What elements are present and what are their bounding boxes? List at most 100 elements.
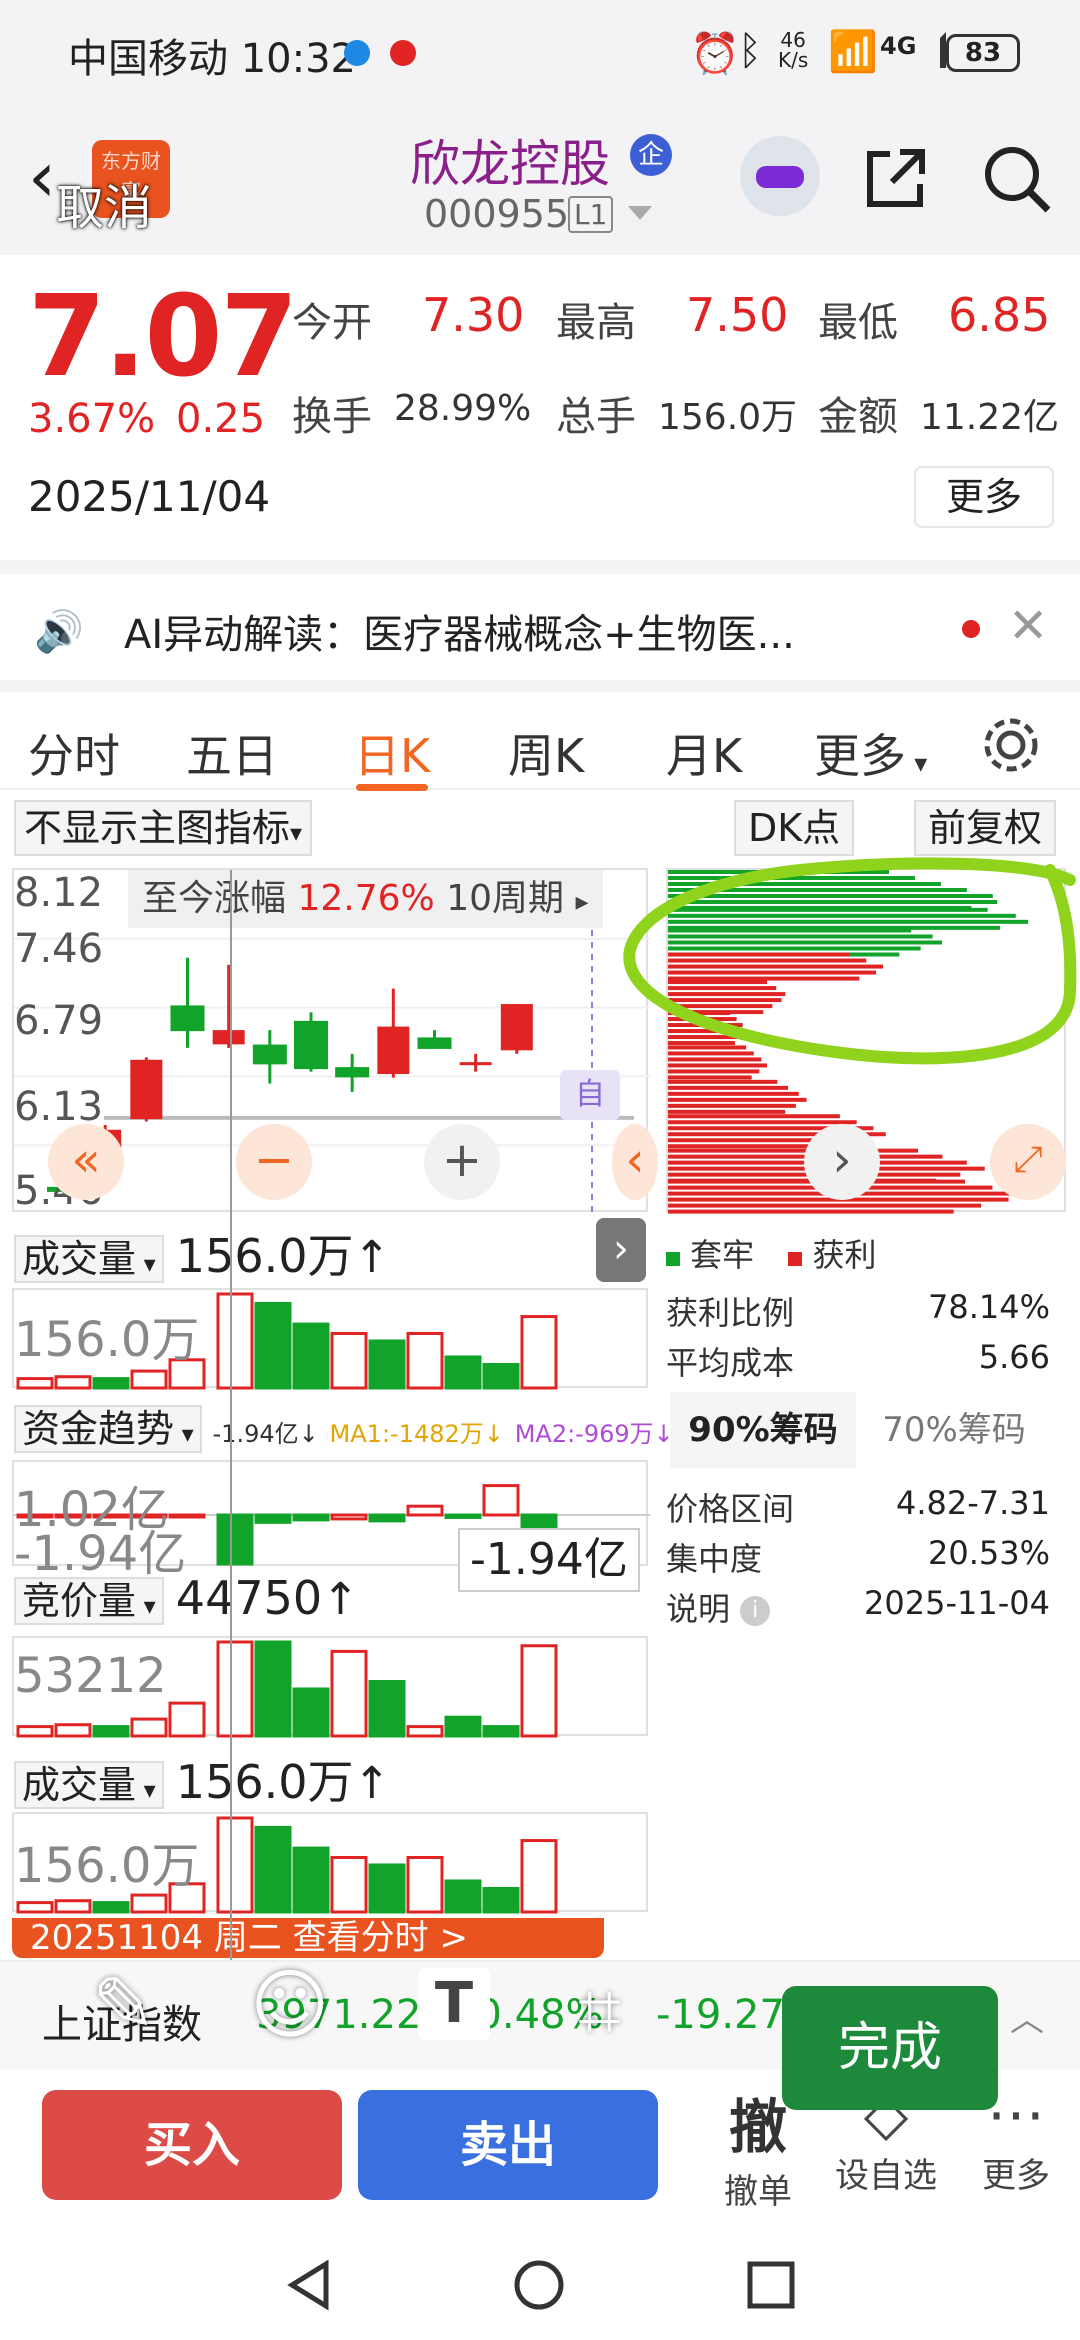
crop-icon[interactable]: ⌗ [578,1966,621,2057]
expand-subcharts-icon[interactable]: › [596,1218,646,1282]
auction-select[interactable]: 竞价量 ▾ [14,1577,164,1625]
price-range-value: 4.82-7.31 [895,1484,1050,1522]
volume-label: 总手 [556,394,636,440]
bar [92,1725,130,1738]
fund-trend-head[interactable]: 资金趋势 ▾ -1.94亿↓ MA1:-1482万↓ MA2:-969万↓ [14,1398,674,1453]
expand-icon[interactable]: ⤢ [990,1124,1066,1200]
bar [482,1363,520,1390]
bar [54,1723,92,1738]
open-value: 7.30 [422,288,525,342]
main-indicator-select[interactable]: 不显示主图指标▾ [14,800,313,856]
bar [292,1846,330,1914]
bar [482,1484,520,1517]
stock-code[interactable]: 000955 [424,192,569,236]
tab-five-day[interactable]: 五日 [186,720,278,786]
info-icon[interactable]: i [740,1596,771,1626]
ai-banner[interactable]: 🔊 AI异动解读：医疗器械概念+生物医... ✕ [0,560,1080,670]
candle-body [212,1030,245,1045]
tab-daily-k[interactable]: 日K [354,720,430,786]
code-dropdown-icon[interactable] [628,206,652,220]
done-button[interactable]: 完成 [782,1986,998,2110]
profit-ratio-label: 获利比例 [666,1294,795,1332]
volume2-head[interactable]: 成交量 ▾ 156.0万↑ [14,1746,390,1812]
ai-banner-text[interactable]: AI异动解读：医疗器械概念+生物医... [124,602,795,660]
date-strip[interactable]: 20251104 周二 查看分时 > [12,1918,604,1958]
bar [482,1725,520,1738]
bar [368,1679,406,1738]
text-tool-icon[interactable]: T [418,1968,490,2040]
bar [16,1377,54,1390]
level-badge[interactable]: L1 [568,196,614,233]
volume-indicator-head[interactable]: 成交量 ▾ 156.0万↑ [14,1220,390,1286]
bar [130,1893,168,1914]
bar [330,1331,368,1390]
app-notification-icon [344,40,370,66]
volume-axis: 156.0万 [14,1312,200,1368]
emoji-icon[interactable]: ☺ [250,1960,329,2049]
bar [330,1855,368,1914]
volume-select[interactable]: 成交量 ▾ [14,1235,164,1283]
nav-recents-icon[interactable] [744,2258,798,2312]
fund-trend-value: -1.94亿↓ [212,1420,319,1448]
low-value: 6.85 [948,288,1051,342]
zoom-out-icon[interactable]: − [236,1124,312,1200]
scroll-left-icon[interactable]: « [48,1124,124,1200]
pen-icon[interactable]: ✎ [92,1960,156,2049]
auction-volume-head[interactable]: 竞价量 ▾ 44750↑ [14,1570,359,1625]
chevron-up-icon[interactable]: ︿ [1010,1992,1044,2041]
close-icon[interactable]: ✕ [1008,598,1048,654]
bar [482,1887,520,1914]
collapse-left-icon[interactable]: ‹ [612,1124,658,1200]
nav-home-icon[interactable] [512,2258,566,2312]
gain-tip[interactable]: 至今涨幅 12.76% 10周期 ▸ [128,870,603,928]
current-price: 7.07 [28,272,298,402]
chip-tab-70[interactable]: 70%筹码 [856,1392,1052,1468]
back-arrow-icon[interactable]: ‹ [28,142,56,212]
bar [406,1855,444,1914]
cancel-overlay-button[interactable]: 取消 [56,168,152,238]
price-axis-tick: 6.13 [14,1084,104,1130]
bar [130,1369,168,1390]
chip-tab-90[interactable]: 90%筹码 [670,1392,856,1468]
share-icon[interactable] [860,144,930,214]
bar [292,1687,330,1738]
buy-button[interactable]: 买入 [42,2090,342,2200]
profit-ratio-value: 78.14% [927,1288,1050,1326]
tab-more[interactable]: 更多 ▾ [814,720,927,786]
bar [92,1901,130,1914]
bar [254,1825,292,1914]
gear-icon[interactable] [978,712,1044,778]
bar [520,1839,558,1914]
zoom-in-icon[interactable]: + [424,1124,500,1200]
bar [406,1331,444,1390]
avg-cost-label: 平均成本 [666,1344,795,1382]
ai-assistant-avatar[interactable] [740,136,820,216]
candle-body [500,1004,533,1051]
bar [216,1640,254,1738]
nav-back-icon[interactable] [282,2258,336,2312]
fund-trend-select[interactable]: 资金趋势 ▾ [14,1405,202,1453]
next-arrow-icon[interactable]: › [804,1124,880,1200]
search-icon[interactable] [980,142,1052,214]
low-label: 最低 [818,300,898,346]
bar [16,1725,54,1738]
tab-monthly-k[interactable]: 月K [666,720,742,786]
chip-legend: 套牢 获利 [666,1230,877,1276]
chip-bar [668,1109,786,1114]
note-label[interactable]: 说明 i [666,1584,771,1630]
tab-weekly-k[interactable]: 周K [508,720,584,786]
amount-value: 11.22亿 [920,397,1060,438]
sell-button[interactable]: 卖出 [358,2090,658,2200]
price-axis-tick: 7.46 [14,926,104,972]
bar [254,1301,292,1390]
bar [168,1701,206,1738]
bar [254,1640,292,1738]
chip-bar [668,1203,982,1208]
tab-intraday[interactable]: 分时 [28,720,120,786]
bar [406,1504,444,1517]
quote-more-button[interactable]: 更多 [914,466,1054,528]
volume2-select[interactable]: 成交量 ▾ [14,1761,164,1809]
auction-value: 44750 [175,1571,323,1625]
concentration-value: 20.53% [927,1534,1050,1572]
status-bar: 中国移动 10:32 ⏰ ᛒ 46 K/s 📶 4G 83 [0,0,1080,110]
